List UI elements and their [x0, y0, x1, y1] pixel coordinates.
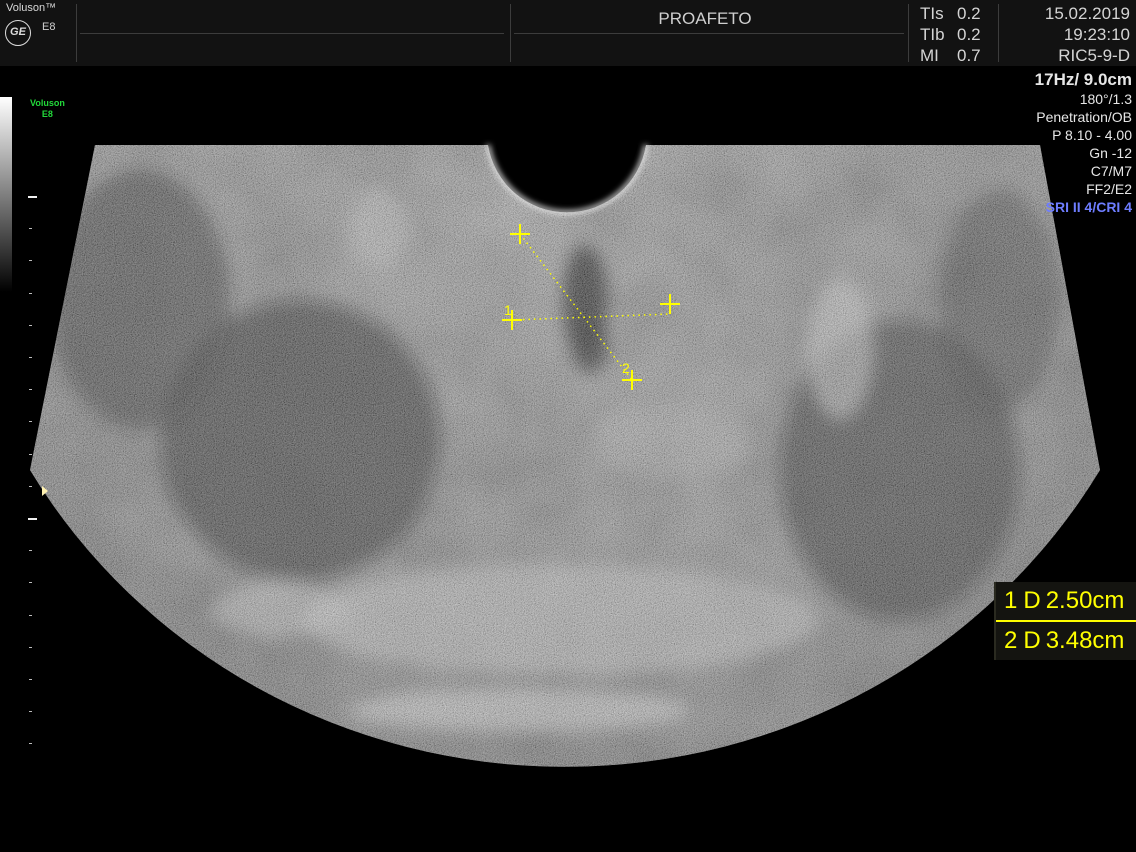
measurement-row-2[interactable]: 2 D 3.48cm	[996, 622, 1136, 660]
depth-tick	[29, 260, 32, 262]
patient-name[interactable]: PROAFETO	[600, 9, 810, 29]
gain-label: Gn -12	[1089, 145, 1132, 161]
mi-label: MI	[920, 46, 939, 65]
focus-marker-icon[interactable]	[42, 486, 48, 496]
header-divider	[908, 4, 909, 62]
ultrasound-image[interactable]	[0, 66, 1136, 852]
measurement-results: 1 D 2.50cm 2 D 3.48cm	[994, 582, 1136, 660]
caliper-label-2: 2	[622, 360, 630, 376]
depth-tick	[29, 743, 32, 745]
caliper-cross-icon[interactable]	[660, 294, 680, 314]
tis-value: 0.2	[957, 4, 981, 23]
depth-tick	[29, 679, 32, 680]
depth-tick	[29, 324, 32, 326]
power-label: P 8.10 - 4.00	[1052, 127, 1132, 143]
tib-value: 0.2	[957, 25, 981, 44]
depth-tick-major	[28, 518, 37, 520]
frequency-depth: 17Hz/ 9.0cm	[1034, 70, 1132, 89]
measurement-value-1: 2.50cm	[1045, 587, 1125, 614]
depth-tick-major	[28, 196, 37, 198]
header-divider	[80, 33, 504, 34]
depth-tick	[29, 614, 32, 616]
depth-tick	[29, 292, 32, 294]
parameters-panel: 17Hz/ 9.0cm 180°/1.3 Penetration/OB P 8.…	[1035, 70, 1132, 216]
model-label: E8	[42, 21, 56, 33]
brand-label: Voluson™	[6, 2, 57, 14]
header-divider	[998, 4, 999, 62]
mi-value: 0.7	[957, 46, 981, 65]
map-label: C7/M7	[1090, 163, 1132, 179]
depth-tick	[29, 421, 32, 423]
header-divider	[510, 4, 511, 62]
depth-tick	[29, 485, 32, 487]
depth-tick	[29, 389, 32, 391]
depth-tick	[29, 646, 32, 648]
header-divider	[514, 33, 904, 34]
preset-label: Penetration/OB	[1036, 109, 1132, 125]
grayscale-bar	[0, 97, 12, 292]
depth-tick	[29, 711, 32, 713]
header-bar: Voluson™ GE E8 PROAFETO TIs 0.2 TIb 0.2 …	[0, 0, 1136, 66]
depth-tick	[29, 453, 32, 455]
exam-time: 19:23:10	[1063, 25, 1130, 44]
depth-tick	[29, 228, 32, 230]
measurement-row-1[interactable]: 1 D 2.50cm	[996, 582, 1136, 620]
caliper-label-1: 1	[504, 302, 512, 318]
exam-date: 15.02.2019	[1044, 4, 1130, 23]
depth-tick	[29, 550, 32, 552]
tis-label: TIs	[920, 4, 944, 23]
sector-angle: 180°/1.3	[1079, 91, 1132, 107]
ge-logo-icon: GE	[5, 20, 31, 46]
header-divider	[76, 4, 77, 62]
probe-name: RIC5-9-D	[1058, 46, 1130, 65]
caliper-cross-icon[interactable]	[510, 224, 530, 244]
measurement-value-2: 3.48cm	[1045, 627, 1125, 654]
filter-label: FF2/E2	[1086, 181, 1132, 197]
depth-tick	[29, 582, 32, 584]
tib-label: TIb	[920, 25, 945, 44]
sri-label: SRI II 4/CRI 4	[1045, 199, 1132, 215]
depth-tick	[29, 357, 32, 358]
voluson-side-logo: Voluson E8	[30, 98, 65, 119]
